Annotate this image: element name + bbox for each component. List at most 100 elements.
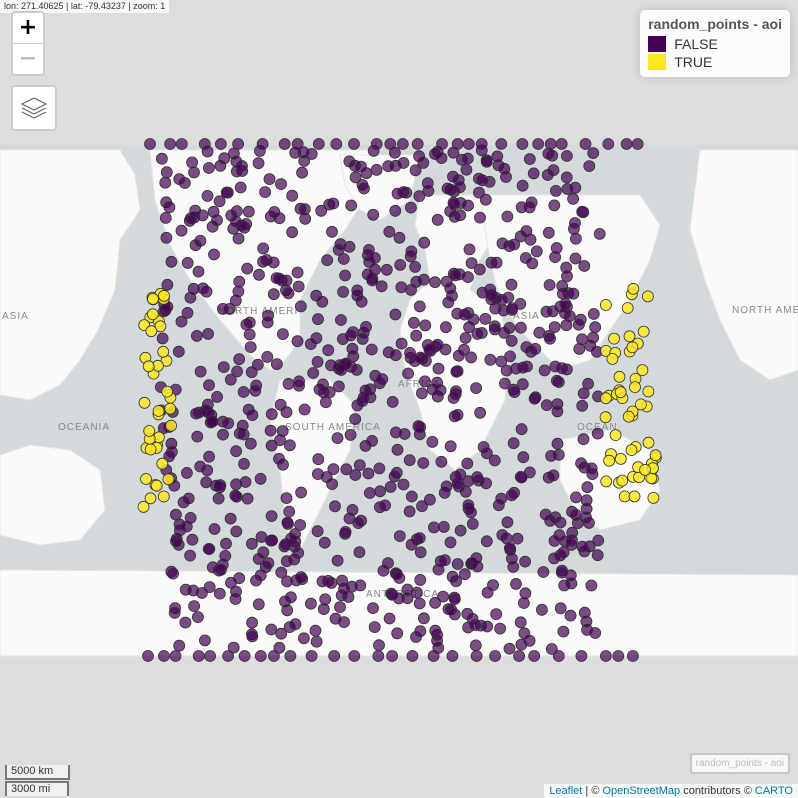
- point-false[interactable]: [431, 376, 444, 389]
- point-false[interactable]: [268, 206, 281, 218]
- point-false[interactable]: [356, 332, 369, 345]
- point-false[interactable]: [496, 237, 509, 250]
- point-false[interactable]: [311, 525, 324, 538]
- point-false[interactable]: [367, 602, 379, 614]
- point-true[interactable]: [147, 293, 159, 305]
- point-false[interactable]: [161, 278, 174, 291]
- point-true[interactable]: [637, 325, 650, 338]
- point-false[interactable]: [356, 179, 369, 191]
- point-false[interactable]: [495, 293, 508, 306]
- point-true[interactable]: [609, 429, 622, 442]
- point-false[interactable]: [157, 650, 170, 662]
- point-false[interactable]: [265, 623, 278, 636]
- point-false[interactable]: [384, 138, 397, 150]
- point-false[interactable]: [329, 500, 341, 513]
- point-false[interactable]: [561, 150, 573, 162]
- point-false[interactable]: [415, 387, 428, 400]
- point-false[interactable]: [471, 327, 484, 340]
- point-false[interactable]: [461, 457, 474, 470]
- point-false[interactable]: [254, 472, 267, 485]
- point-false[interactable]: [585, 462, 598, 475]
- point-false[interactable]: [504, 350, 517, 363]
- point-false[interactable]: [515, 321, 527, 334]
- point-false[interactable]: [230, 490, 243, 503]
- point-false[interactable]: [466, 518, 479, 530]
- point-false[interactable]: [211, 390, 224, 403]
- point-false[interactable]: [216, 302, 229, 315]
- point-false[interactable]: [335, 314, 347, 326]
- point-true[interactable]: [623, 330, 636, 343]
- point-false[interactable]: [519, 555, 531, 568]
- point-false[interactable]: [217, 428, 229, 441]
- point-true[interactable]: [649, 449, 662, 462]
- point-false[interactable]: [564, 609, 577, 622]
- point-false[interactable]: [326, 225, 338, 238]
- point-false[interactable]: [519, 587, 532, 600]
- point-false[interactable]: [286, 189, 299, 202]
- point-false[interactable]: [201, 189, 214, 202]
- point-false[interactable]: [578, 260, 591, 272]
- point-false[interactable]: [191, 430, 204, 443]
- point-false[interactable]: [503, 642, 516, 655]
- point-false[interactable]: [500, 364, 513, 377]
- point-false[interactable]: [298, 155, 311, 167]
- point-false[interactable]: [368, 621, 381, 633]
- point-false[interactable]: [321, 254, 334, 267]
- point-false[interactable]: [276, 425, 289, 438]
- point-false[interactable]: [298, 403, 311, 416]
- point-false[interactable]: [297, 632, 310, 645]
- point-true[interactable]: [628, 490, 641, 503]
- point-false[interactable]: [232, 232, 245, 245]
- point-false[interactable]: [394, 258, 407, 271]
- point-false[interactable]: [241, 262, 254, 275]
- point-false[interactable]: [172, 345, 185, 358]
- point-false[interactable]: [276, 328, 289, 341]
- point-true[interactable]: [626, 341, 639, 354]
- point-false[interactable]: [474, 406, 487, 419]
- point-false[interactable]: [236, 160, 248, 172]
- point-false[interactable]: [418, 375, 431, 388]
- point-false[interactable]: [520, 225, 533, 238]
- point-false[interactable]: [567, 192, 579, 205]
- point-false[interactable]: [197, 282, 210, 295]
- point-false[interactable]: [490, 608, 503, 620]
- point-false[interactable]: [413, 532, 426, 544]
- point-false[interactable]: [459, 485, 472, 498]
- point-false[interactable]: [281, 575, 293, 588]
- point-false[interactable]: [587, 147, 600, 160]
- point-false[interactable]: [327, 463, 340, 476]
- point-false[interactable]: [246, 616, 259, 629]
- point-false[interactable]: [549, 360, 562, 373]
- point-false[interactable]: [283, 439, 296, 452]
- point-false[interactable]: [182, 492, 195, 505]
- point-false[interactable]: [389, 308, 402, 321]
- point-false[interactable]: [592, 534, 605, 547]
- point-false[interactable]: [184, 549, 197, 562]
- point-false[interactable]: [438, 554, 451, 567]
- point-false[interactable]: [322, 344, 335, 357]
- point-false[interactable]: [311, 355, 324, 368]
- point-false[interactable]: [518, 597, 530, 609]
- map-canvas[interactable]: ASIA NORTH AMERI OCEANIA SOUTH AMERICA A…: [0, 0, 798, 798]
- point-false[interactable]: [295, 486, 308, 499]
- point-false[interactable]: [544, 138, 557, 150]
- point-false[interactable]: [383, 225, 396, 238]
- point-false[interactable]: [547, 164, 560, 177]
- point-false[interactable]: [551, 405, 564, 418]
- point-false[interactable]: [291, 138, 304, 150]
- point-false[interactable]: [267, 650, 280, 662]
- point-false[interactable]: [184, 291, 197, 304]
- point-false[interactable]: [289, 618, 302, 631]
- point-false[interactable]: [353, 546, 366, 559]
- point-false[interactable]: [203, 450, 216, 463]
- point-false[interactable]: [164, 138, 177, 150]
- point-false[interactable]: [552, 650, 565, 662]
- point-false[interactable]: [566, 534, 578, 547]
- point-false[interactable]: [557, 625, 570, 638]
- point-false[interactable]: [155, 152, 168, 165]
- point-false[interactable]: [339, 526, 352, 538]
- point-false[interactable]: [252, 157, 265, 170]
- point-false[interactable]: [282, 287, 295, 300]
- point-false[interactable]: [312, 313, 324, 326]
- point-false[interactable]: [202, 162, 215, 174]
